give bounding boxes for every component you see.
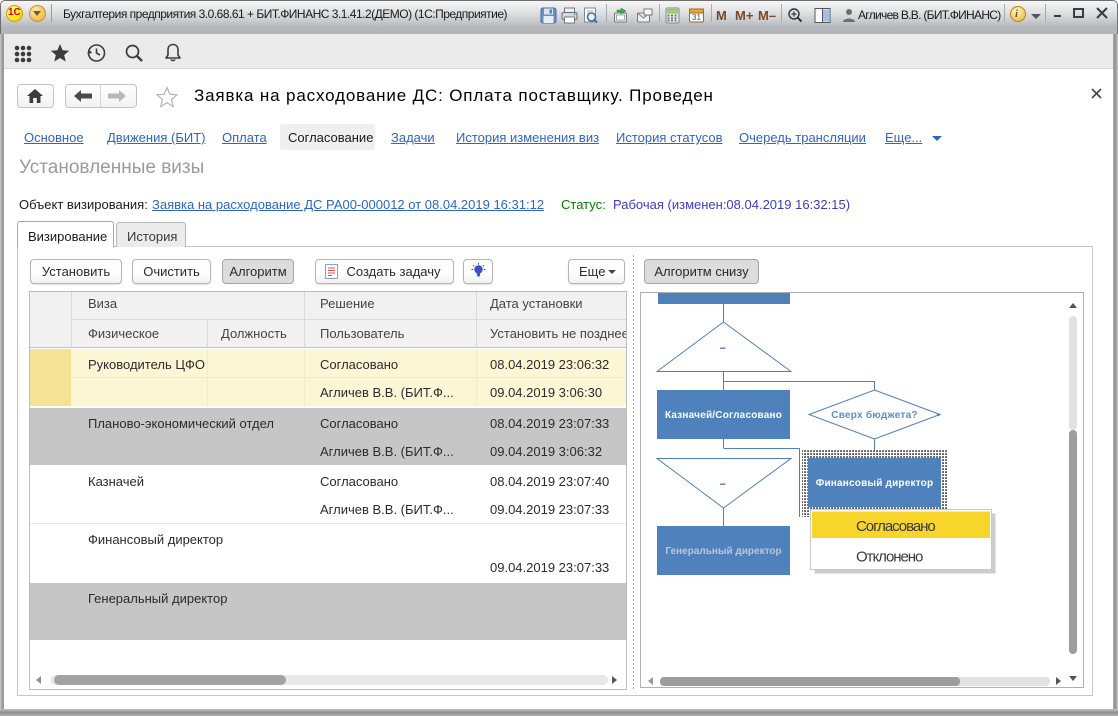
svg-text:Согласовано: Согласовано xyxy=(856,518,935,535)
svg-text:31: 31 xyxy=(692,13,701,22)
svg-text:Отклонено: Отклонено xyxy=(856,549,923,566)
svg-text:Казначей/Согласовано: Казначей/Согласовано xyxy=(665,410,782,421)
svg-text:Генеральный директор: Генеральный директор xyxy=(665,546,781,557)
svg-text:Сверх бюджета?: Сверх бюджета? xyxy=(831,409,918,421)
svg-text:Финансовый директор: Финансовый директор xyxy=(816,478,934,489)
